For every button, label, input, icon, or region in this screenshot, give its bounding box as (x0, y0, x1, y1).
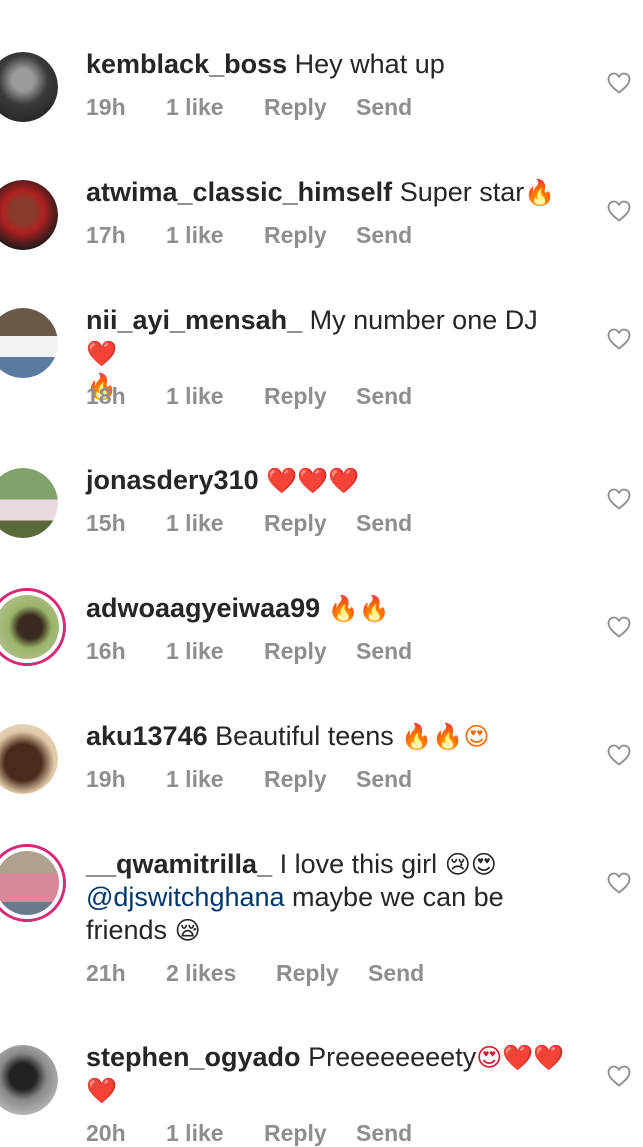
send-button[interactable]: Send (356, 510, 412, 537)
username[interactable]: jonasdery310 (86, 465, 259, 495)
timestamp: 16h (86, 638, 126, 664)
timestamp: 19h (86, 94, 126, 120)
heart-outline-icon[interactable] (607, 72, 631, 94)
username[interactable]: nii_ayi_mensah_ (86, 305, 302, 335)
emoji-group: 😢😍 (444, 850, 497, 879)
heart-outline-icon[interactable] (607, 328, 631, 350)
timestamp: 21h (86, 960, 126, 986)
like-count[interactable]: 1 like (166, 222, 264, 249)
avatar[interactable] (0, 52, 58, 122)
username[interactable]: aku13746 (86, 721, 208, 751)
comment-text: I love this girl (279, 849, 438, 879)
avatar[interactable] (0, 180, 58, 250)
avatar[interactable] (0, 588, 66, 666)
reply-button[interactable]: Reply (264, 638, 356, 665)
comment-text: My number one DJ (309, 305, 538, 335)
sleepy-emoji: 😪 (174, 916, 201, 945)
like-count[interactable]: 1 like (166, 766, 264, 793)
heart-outline-icon[interactable] (607, 744, 631, 766)
like-count[interactable]: 1 like (166, 94, 264, 121)
heart-outline-icon[interactable] (607, 1065, 631, 1087)
timestamp: 20h (86, 1120, 126, 1146)
reply-button[interactable]: Reply (264, 1120, 356, 1147)
send-button[interactable]: Send (356, 766, 412, 793)
fire-emoji: 🔥🔥 (327, 594, 390, 623)
avatar[interactable] (0, 308, 58, 378)
send-button[interactable]: Send (356, 222, 412, 249)
username[interactable]: atwima_classic_himself (86, 177, 392, 207)
emoji-group: 😍❤️❤️ (476, 1043, 565, 1072)
username[interactable]: kemblack_boss (86, 49, 287, 79)
send-button[interactable]: Send (368, 960, 424, 987)
username[interactable]: adwoaagyeiwaa99 (86, 593, 320, 623)
comment-text: Beautiful teens (215, 721, 394, 751)
timestamp: 18h (86, 383, 126, 409)
comment-text: Hey what up (294, 49, 445, 79)
emoji-group: 🔥🔥😍 (401, 722, 490, 751)
heart-emoji: ❤️❤️❤️ (266, 466, 360, 495)
avatar[interactable] (0, 468, 58, 538)
like-count[interactable]: 1 like (166, 383, 264, 410)
heart-outline-icon[interactable] (607, 616, 631, 638)
send-button[interactable]: Send (356, 94, 412, 121)
fire-emoji: 🔥 (524, 178, 556, 207)
heart-outline-icon[interactable] (607, 200, 631, 222)
heart-outline-icon[interactable] (607, 872, 631, 894)
like-count[interactable]: 2 likes (166, 960, 276, 987)
avatar[interactable] (0, 1045, 58, 1115)
reply-button[interactable]: Reply (264, 766, 356, 793)
heart-emoji: ❤️ (86, 1076, 118, 1105)
avatar[interactable] (0, 724, 58, 794)
reply-button[interactable]: Reply (276, 960, 368, 987)
reply-button[interactable]: Reply (264, 94, 356, 121)
like-count[interactable]: 1 like (166, 510, 264, 537)
mention-link[interactable]: @djswitchghana (86, 882, 285, 912)
send-button[interactable]: Send (356, 638, 412, 665)
username[interactable]: stephen_ogyado (86, 1042, 301, 1072)
avatar[interactable] (0, 844, 66, 922)
send-button[interactable]: Send (356, 383, 412, 410)
reply-button[interactable]: Reply (264, 510, 356, 537)
comment-text: Preeeeeeeety (308, 1042, 477, 1072)
reply-button[interactable]: Reply (264, 383, 356, 410)
timestamp: 19h (86, 766, 126, 792)
send-button[interactable]: Send (356, 1120, 412, 1147)
like-count[interactable]: 1 like (166, 1120, 264, 1147)
heart-outline-icon[interactable] (607, 488, 631, 510)
comment-text: Super star (399, 177, 525, 207)
timestamp: 17h (86, 222, 126, 248)
like-count[interactable]: 1 like (166, 638, 264, 665)
username[interactable]: __qwamitrilla_ (86, 849, 272, 879)
reply-button[interactable]: Reply (264, 222, 356, 249)
timestamp: 15h (86, 510, 126, 536)
heart-emoji: ❤️ (86, 339, 118, 368)
